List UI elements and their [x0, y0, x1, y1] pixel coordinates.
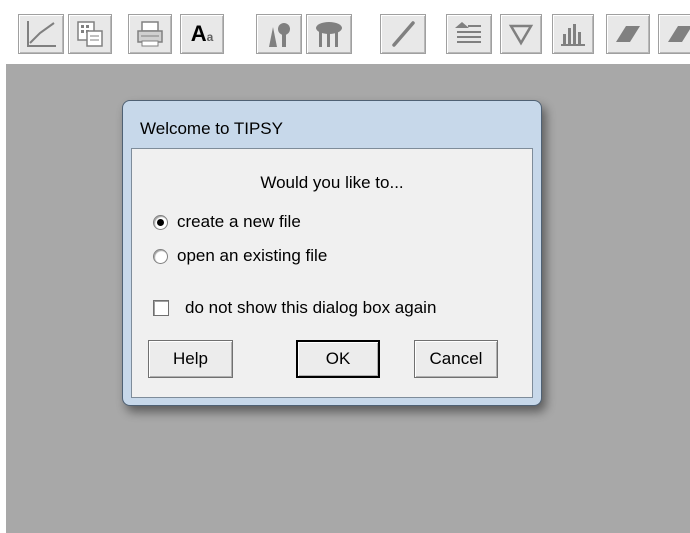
tool-align-text[interactable]	[446, 14, 492, 54]
radio-selected-dot	[157, 219, 164, 226]
radio-open-existing-file[interactable]	[153, 249, 168, 264]
tool-multiple-trees[interactable]	[306, 14, 352, 54]
tool-line-graph[interactable]	[18, 14, 64, 54]
radio-label-create-new-file[interactable]: create a new file	[177, 212, 301, 232]
tool-eraser-partial[interactable]	[658, 14, 690, 54]
text-font-icon: Aa	[190, 21, 214, 46]
tool-eraser[interactable]	[606, 14, 650, 54]
dialog-prompt: Would you like to...	[260, 173, 404, 192]
bar-chart-icon	[559, 20, 587, 48]
tool-pencil[interactable]	[380, 14, 426, 54]
tool-print[interactable]	[128, 14, 172, 54]
dialog-body: Would you like to... create a new file o…	[131, 148, 533, 398]
printer-icon	[135, 19, 165, 49]
welcome-dialog: Welcome to TIPSY Would you like to... cr…	[122, 100, 542, 406]
tool-bar-chart[interactable]	[552, 14, 594, 54]
dont-show-again-label[interactable]: do not show this dialog box again	[185, 298, 436, 318]
tool-single-tree[interactable]	[256, 14, 302, 54]
multiple-trees-icon	[312, 19, 346, 49]
ok-button[interactable]: OK	[296, 340, 380, 378]
single-tree-icon	[263, 19, 295, 49]
cancel-button[interactable]: Cancel	[414, 340, 498, 378]
dialog-title: Welcome to TIPSY	[140, 119, 283, 138]
align-text-icon	[454, 19, 484, 49]
triangle-down-icon	[508, 21, 534, 47]
tool-triangle[interactable]	[500, 14, 542, 54]
radio-label-open-existing-file[interactable]: open an existing file	[177, 246, 327, 266]
toolbar: Aa	[0, 0, 690, 64]
radio-create-new-file[interactable]	[153, 215, 168, 230]
dont-show-again-checkbox[interactable]	[153, 300, 169, 316]
tool-text-font[interactable]: Aa	[180, 14, 224, 54]
tool-copy[interactable]	[68, 14, 112, 54]
pencil-icon	[388, 19, 418, 49]
line-graph-icon	[24, 19, 58, 49]
eraser-icon	[613, 20, 643, 48]
help-button[interactable]: Help	[148, 340, 233, 378]
eraser-icon	[665, 20, 690, 48]
copy-document-icon	[75, 19, 105, 49]
